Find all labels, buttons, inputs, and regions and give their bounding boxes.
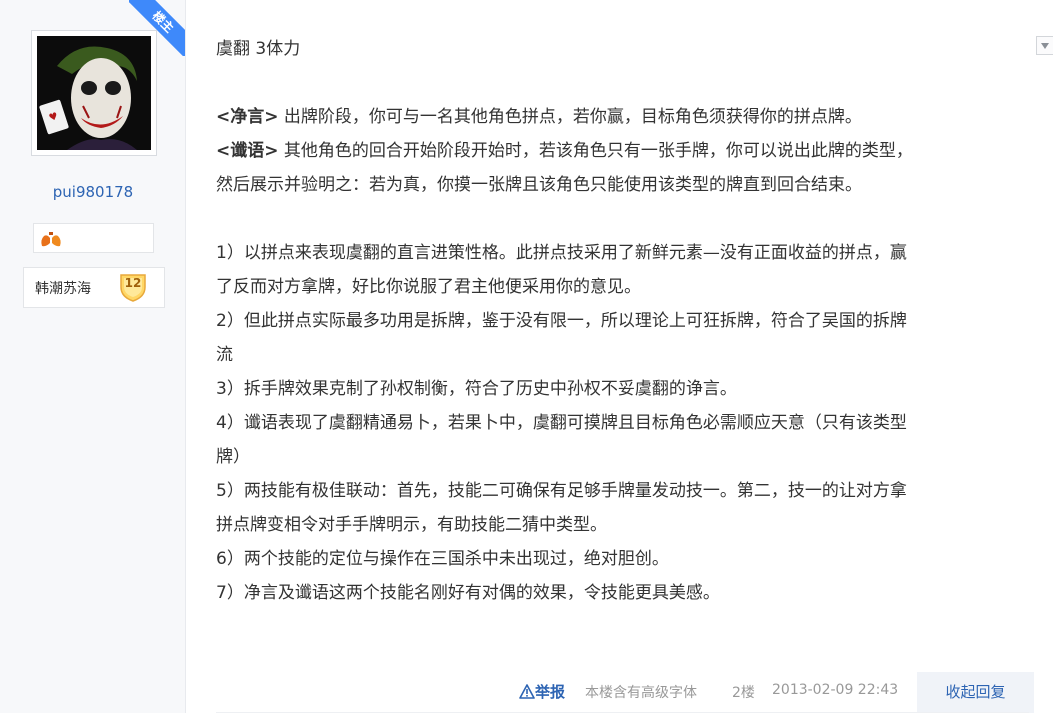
post-line: 1）以拼点来表现虞翻的直言进策性格。此拼点技采用了新鲜元素—没有正面收益的拼点，…: [216, 236, 907, 270]
post-line: 7）净言及谶语这两个技能名刚好有对偶的效果，令技能更具美感。: [216, 576, 720, 610]
post-text: 了反而对方拿牌，好比你说服了君主他便采用你的意见。: [216, 277, 641, 297]
post-title: 虞翻 3体力: [216, 39, 301, 59]
skill-name-jingyan: <净言>: [216, 107, 279, 127]
post-line: 6）两个技能的定位与操作在三国杀中未出现过，绝对胆创。: [216, 542, 669, 576]
avatar-image: ♥: [37, 36, 151, 150]
collapse-replies-button[interactable]: 收起回复: [917, 672, 1034, 713]
post-line: 然后展示并验明之：若为真，你摸一张牌且该角色只能使用该类型的牌直到回合结束。: [216, 168, 862, 202]
report-link[interactable]: 举报: [519, 681, 565, 702]
post-footer: 举报 本楼含有高级字体 2楼 2013-02-09 22:43 收起回复: [186, 672, 1053, 713]
post-line: <谶语> 其他角色的回合开始阶段开始时，若该角色只有一张手牌，你可以说出此牌的类…: [216, 134, 913, 168]
post-line: 2）但此拼点实际最多功用是拆牌，鉴于没有限一，所以理论上可狂拆牌，符合了吴国的拆…: [216, 304, 907, 338]
badge-name: 韩潮苏海: [35, 281, 91, 297]
floor-number: 2楼: [732, 685, 755, 701]
post-text: 2）但此拼点实际最多功用是拆牌，鉴于没有限一，所以理论上可狂拆牌，符合了吴国的拆…: [216, 311, 907, 331]
skill-desc-chenyu: 其他角色的回合开始阶段开始时，若该角色只有一张手牌，你可以说出此牌的类型，: [278, 141, 913, 161]
post-text: 然后展示并验明之：若为真，你摸一张牌且该角色只能使用该类型的牌直到回合结束。: [216, 175, 862, 195]
warning-icon: [519, 684, 535, 699]
post-text: 5）两技能有极佳联动：首先，技能二可确保有足够手牌量发动技一。第二，技一的让对方…: [216, 481, 907, 501]
post-line: 了反而对方拿牌，好比你说服了君主他便采用你的意见。: [216, 270, 641, 304]
post-text: 1）以拼点来表现虞翻的直言进策性格。此拼点技采用了新鲜元素—没有正面收益的拼点，…: [216, 243, 907, 263]
post-text: 拼点牌变相令对手手牌明示，有助技能二猜中类型。: [216, 515, 607, 535]
post-line: 拼点牌变相令对手手牌明示，有助技能二猜中类型。: [216, 508, 607, 542]
post-text: 3）拆手牌效果克制了孙权制衡，符合了历史中孙权不妥虞翻的诤言。: [216, 379, 737, 399]
skill-name-chenyu: <谶语>: [216, 141, 279, 161]
level-number: 12: [124, 276, 142, 290]
post-text: 牌）: [216, 447, 250, 467]
post-line: 流: [216, 338, 233, 372]
post-text: 6）两个技能的定位与操作在三国杀中未出现过，绝对胆创。: [216, 549, 669, 569]
post-line: 5）两技能有极佳联动：首先，技能二可确保有足够手牌量发动技一。第二，技一的让对方…: [216, 474, 907, 508]
user-icon-bar: [33, 223, 154, 253]
username-link[interactable]: pui980178: [0, 183, 186, 201]
chevron-down-icon: [1041, 43, 1049, 49]
post-line: <净言> 出牌阶段，你可与一名其他角色拼点，若你赢，目标角色须获得你的拼点牌。: [216, 100, 862, 134]
font-note: 本楼含有高级字体: [585, 685, 697, 701]
post-line: 牌）: [216, 440, 250, 474]
report-label: 举报: [535, 683, 566, 701]
post-text: 7）净言及谶语这两个技能名刚好有对偶的效果，令技能更具美感。: [216, 583, 720, 603]
post-title-line: 虞翻 3体力: [216, 32, 300, 66]
post-timestamp: 2013-02-09 22:43: [772, 682, 899, 698]
post-line: 3）拆手牌效果克制了孙权制衡，符合了历史中孙权不妥虞翻的诤言。: [216, 372, 737, 406]
post-text: 4）谶语表现了虞翻精通易卜，若果卜中，虞翻可摸牌且目标角色必需顺应天意（只有该类…: [216, 413, 907, 433]
lungs-icon[interactable]: [40, 230, 62, 248]
user-sidebar: 楼主 ♥ pui980178 韩潮苏海 12: [0, 0, 186, 713]
member-badge[interactable]: 韩潮苏海 12: [23, 267, 165, 308]
post-line: 4）谶语表现了虞翻精通易卜，若果卜中，虞翻可摸牌且目标角色必需顺应天意（只有该类…: [216, 406, 907, 440]
post-text: 流: [216, 345, 233, 365]
post-options-dropdown[interactable]: [1036, 36, 1053, 55]
avatar[interactable]: ♥: [31, 30, 157, 156]
skill-desc-jingyan: 出牌阶段，你可与一名其他角色拼点，若你赢，目标角色须获得你的拼点牌。: [278, 107, 862, 127]
